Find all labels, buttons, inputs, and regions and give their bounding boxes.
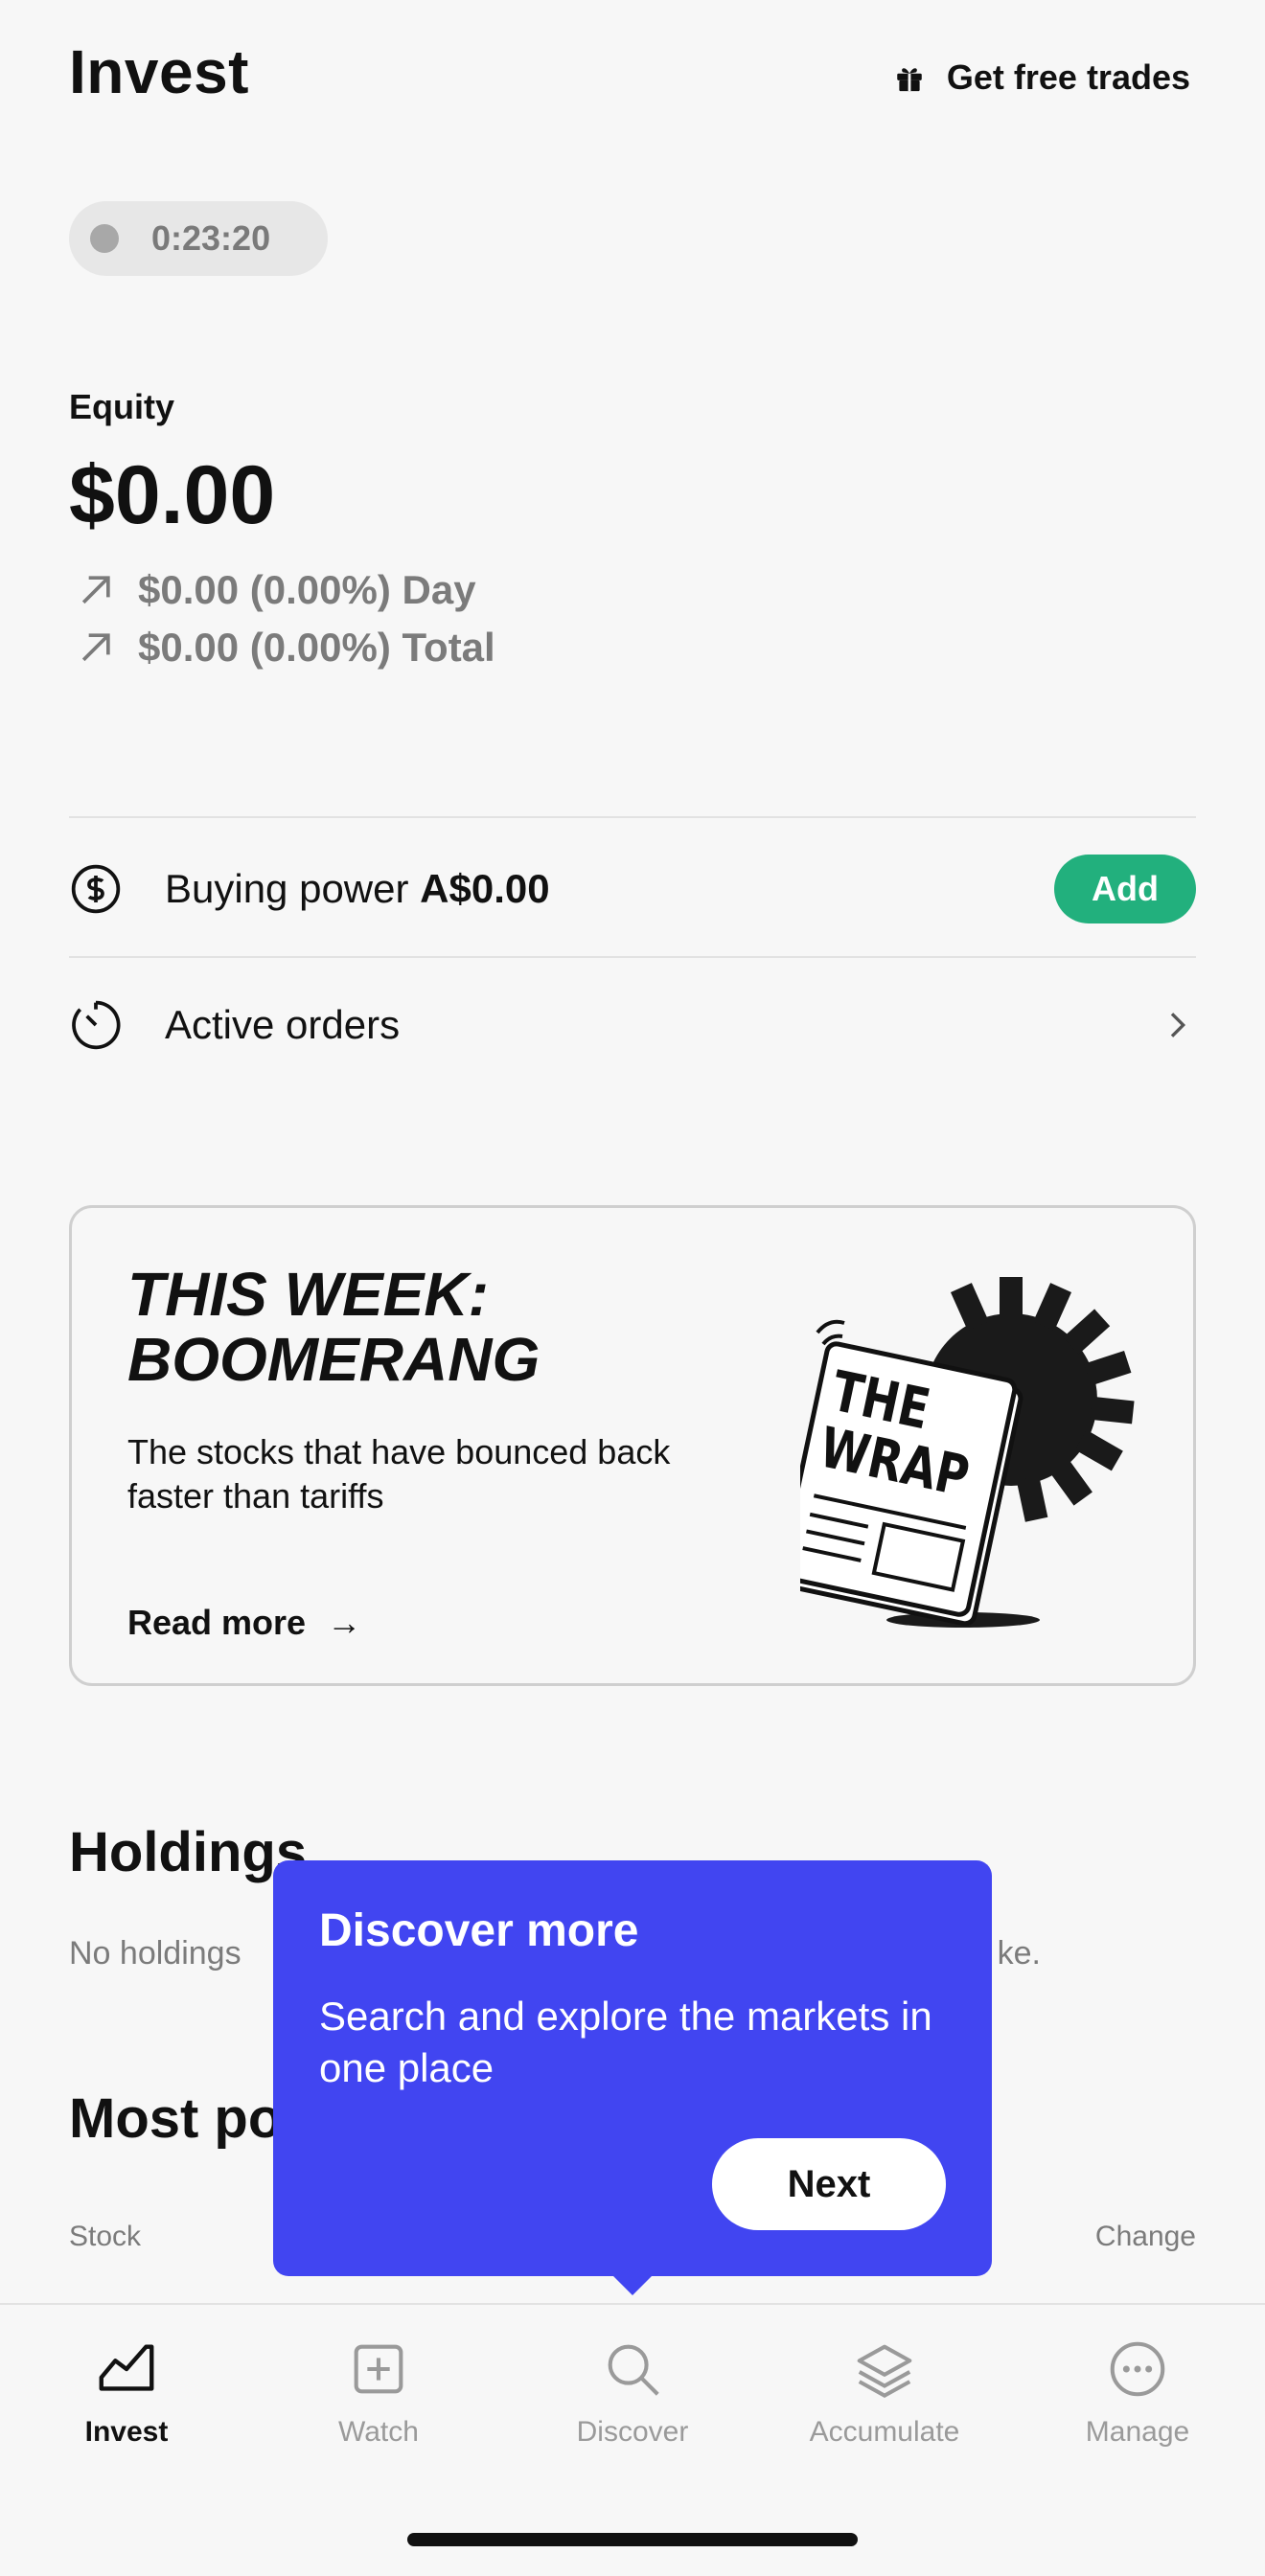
get-free-trades-button[interactable]: Get free trades	[893, 57, 1190, 98]
tooltip-pointer	[611, 2274, 654, 2295]
timer-value: 0:23:20	[151, 218, 271, 258]
plus-square-icon	[354, 2344, 403, 2394]
buying-power-row: Buying power A$0.00 Add	[69, 851, 1196, 927]
promo-title: THIS WEEK: BOOMERANG	[127, 1260, 540, 1394]
gift-icon	[897, 68, 922, 92]
equity-value: $0.00	[69, 449, 276, 541]
page-title: Invest	[69, 37, 249, 106]
tab-watch[interactable]: Watch	[273, 2336, 484, 2449]
tooltip-next-button[interactable]: Next	[712, 2138, 946, 2230]
timer-icon	[72, 1000, 121, 1050]
discover-tooltip: Discover more Search and explore the mar…	[273, 1860, 992, 2276]
divider	[69, 956, 1196, 958]
read-more-link[interactable]: Read more →	[127, 1603, 361, 1643]
layers-icon	[857, 2344, 912, 2399]
arrow-right-icon: →	[327, 1603, 362, 1642]
tab-manage[interactable]: Manage	[1032, 2336, 1243, 2449]
tab-discover[interactable]: Discover	[527, 2336, 738, 2449]
column-header-stock: Stock	[69, 2221, 142, 2252]
tooltip-title: Discover more	[319, 1905, 639, 1956]
tooltip-body: Search and explore the markets in one pl…	[319, 1994, 932, 2090]
tab-invest[interactable]: Invest	[21, 2336, 232, 2449]
day-change: $0.00 (0.00%) Day	[75, 567, 476, 613]
more-icon	[1110, 2341, 1165, 2397]
promo-subtitle: The stocks that have bounced back faster…	[127, 1432, 671, 1516]
most-popular-title: Most po	[69, 2087, 283, 2150]
tab-accumulate[interactable]: Accumulate	[779, 2336, 990, 2449]
column-header-change: Change	[1094, 2221, 1196, 2252]
divider	[69, 816, 1196, 818]
buying-power-label: Buying power A$0.00	[165, 866, 550, 911]
arrow-up-right-icon	[81, 633, 110, 662]
buying-power-amount: A$0.00	[420, 866, 550, 911]
session-timer: 0:23:20	[69, 201, 328, 276]
dollar-circle-icon	[71, 864, 121, 914]
promo-card[interactable]: THIS WEEK: BOOMERANG The stocks that hav…	[69, 1205, 1196, 1686]
timer-dot-icon	[90, 224, 119, 253]
day-change-text: $0.00 (0.00%) Day	[138, 567, 476, 612]
add-funds-button[interactable]: Add	[1054, 855, 1196, 923]
get-free-trades-label: Get free trades	[946, 57, 1190, 97]
holdings-title: Holdings	[69, 1821, 308, 1883]
active-orders-row[interactable]: Active orders	[69, 989, 1196, 1061]
search-icon	[608, 2344, 659, 2396]
equity-label: Equity	[69, 387, 175, 426]
total-change: $0.00 (0.00%) Total	[75, 625, 495, 671]
arrow-up-right-icon	[81, 576, 110, 604]
total-change-text: $0.00 (0.00%) Total	[138, 625, 495, 670]
the-wrap-illustration: THE WRAP	[800, 1277, 1135, 1628]
home-indicator[interactable]	[407, 2533, 858, 2546]
active-orders-label: Active orders	[165, 1002, 401, 1047]
chart-icon	[99, 2344, 154, 2391]
chevron-right-icon	[1170, 1013, 1186, 1037]
